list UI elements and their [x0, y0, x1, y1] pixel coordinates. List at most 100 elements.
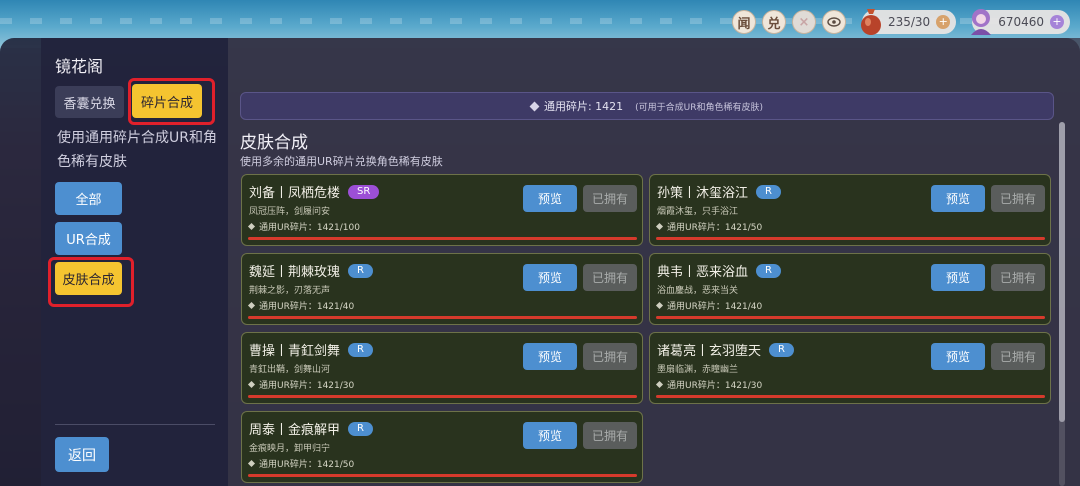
bag-currency: 235/30 +: [860, 9, 957, 35]
highlight-box: [48, 257, 134, 307]
skin-card: 周泰丨金痕解甲 R 金痕映月，卸甲归宁通用UR碎片：1421/50 预览 已拥有: [241, 411, 643, 483]
skin-description: 墨扇临渊，赤瞳幽兰: [657, 365, 739, 375]
skin-card: 刘备丨凤栖危楼 SR 凤冠压阵，剑履问安通用UR碎片：1421/100 预览 已拥有: [241, 174, 643, 246]
progress-bar: [656, 395, 1045, 398]
skin-card: 典韦丨恶来浴血 R 浴血鏖战，恶来当关 通用UR碎片：1421/40 预览 已拥有: [649, 253, 1051, 325]
section-title: 皮肤合成: [240, 133, 308, 153]
skin-name: 典韦丨恶来浴血: [657, 265, 749, 280]
skin-name-row: 魏延丨荆棘玫瑰 R: [249, 261, 373, 280]
section-subtitle: 使用多余的通用UR碎片兑换角色稀有皮肤: [240, 155, 443, 168]
rarity-badge: R: [348, 263, 373, 278]
add-bag-button[interactable]: +: [936, 15, 951, 29]
progress-bar: [248, 237, 637, 240]
progress-bar: [656, 237, 1045, 240]
scrollbar-thumb[interactable]: [1059, 122, 1065, 422]
skin-name-row: 刘备丨凤栖危楼 SR: [249, 182, 380, 201]
skin-name: 刘备丨凤栖危楼: [249, 186, 341, 201]
skin-cost: 通用UR碎片：1421/100: [247, 220, 360, 233]
preview-button[interactable]: 预览: [931, 343, 985, 370]
shard-icon: [247, 459, 256, 468]
skin-name: 周泰丨金痕解甲: [249, 423, 341, 438]
skin-description: 青釭出鞘，剑舞山河: [249, 365, 331, 375]
category-ur-button[interactable]: UR合成: [55, 222, 122, 255]
skin-description: 荆棘之影，刃落无声: [249, 286, 331, 296]
rarity-badge: SR: [348, 184, 380, 199]
category-all-button[interactable]: 全部: [55, 182, 122, 215]
skin-name-row: 诸葛亮丨玄羽堕天 R: [657, 340, 794, 359]
skin-name: 诸葛亮丨玄羽堕天: [657, 344, 762, 359]
rarity-badge: R: [756, 263, 781, 278]
skin-cost: 通用UR碎片：1421/50: [247, 457, 354, 470]
cost-text: 通用UR碎片：1421/100: [259, 223, 360, 233]
progress-bar: [656, 316, 1045, 319]
rarity-badge: R: [756, 184, 781, 199]
preview-button[interactable]: 预览: [931, 185, 985, 212]
shard-icon: [247, 222, 256, 231]
sidebar-divider: [55, 424, 215, 425]
close-icon[interactable]: ×: [791, 10, 816, 34]
skin-name-row: 周泰丨金痕解甲 R: [249, 419, 373, 438]
skin-name: 孙策丨沐玺浴江: [657, 186, 749, 201]
wen-button[interactable]: 闻: [731, 10, 756, 34]
preview-button[interactable]: 预览: [931, 264, 985, 291]
skin-card: 孙策丨沐玺浴江 R 烟霞沐玺，只手浴江通用UR碎片：1421/50 预览 已拥有: [649, 174, 1051, 246]
skin-card: 诸葛亮丨玄羽堕天 R 墨扇临渊，赤瞳幽兰通用UR碎片：1421/30 预览 已拥有: [649, 332, 1051, 404]
owned-button[interactable]: 已拥有: [991, 264, 1045, 291]
shard-icon: [247, 301, 256, 310]
shard-total: 通用碎片: 1421: [543, 100, 624, 113]
skin-cost: 通用UR碎片：1421/50: [655, 220, 763, 233]
shard-banner: 通用碎片: 1421 (可用于合成UR和角色稀有皮肤): [240, 92, 1054, 120]
shard-icon: [655, 301, 664, 310]
owned-button[interactable]: 已拥有: [583, 343, 637, 370]
gem-count: 670460: [998, 15, 1044, 29]
skin-name: 魏延丨荆棘玫瑰: [249, 265, 341, 280]
skin-name-row: 曹操丨青釭剑舞 R: [249, 340, 373, 359]
skin-cost: 通用UR碎片：1421/30: [247, 378, 355, 391]
skin-description: 烟霞沐玺，只手浴江: [657, 207, 739, 217]
shard-icon: [655, 380, 664, 389]
gem-currency: 670460 +: [971, 9, 1070, 35]
owned-button[interactable]: 已拥有: [583, 185, 637, 212]
preview-button[interactable]: 预览: [523, 185, 577, 212]
cost-text: 通用UR碎片：1421/40: [667, 302, 763, 312]
tab-sachet-exchange[interactable]: 香囊兑换: [55, 86, 124, 118]
progress-bar: [248, 316, 637, 319]
skin-card: 魏延丨荆棘玫瑰 R 荆棘之影，刃落无声通用UR碎片：1421/40 预览 已拥有: [241, 253, 643, 325]
owned-button[interactable]: 已拥有: [583, 422, 637, 449]
rarity-badge: R: [348, 421, 373, 436]
owned-button[interactable]: 已拥有: [991, 185, 1045, 212]
skin-description: 金痕映月，卸甲归宁: [249, 444, 331, 454]
exchange-button[interactable]: 兑: [761, 10, 786, 34]
cost-text: 通用UR碎片：1421/30: [667, 381, 763, 391]
cost-text: 通用UR碎片：1421/40: [259, 302, 355, 312]
owned-button[interactable]: 已拥有: [583, 264, 637, 291]
shard-icon: [655, 222, 664, 231]
shard-icon: [247, 380, 256, 389]
progress-bar: [248, 474, 637, 477]
top-hud: 闻 兑 × 235/30 + 670460 +: [731, 9, 1070, 35]
add-gem-button[interactable]: +: [1050, 15, 1064, 29]
cost-text: 通用UR碎片：1421/50: [667, 223, 763, 233]
preview-button[interactable]: 预览: [523, 343, 577, 370]
skin-card: 曹操丨青釭剑舞 R 青釭出鞘，剑舞山河通用UR碎片：1421/30 预览 已拥有: [241, 332, 643, 404]
preview-button[interactable]: 预览: [523, 264, 577, 291]
bag-count: 235/30: [887, 15, 931, 29]
owned-button[interactable]: 已拥有: [991, 343, 1045, 370]
sidebar-description: 使用通用碎片合成UR和角色稀有皮肤: [57, 130, 217, 170]
back-button[interactable]: 返回: [55, 437, 109, 472]
skin-cost: 通用UR碎片：1421/30: [655, 378, 763, 391]
skin-name-row: 孙策丨沐玺浴江 R: [657, 182, 781, 201]
highlight-box: [128, 78, 215, 125]
shard-icon: [529, 101, 540, 111]
preview-button[interactable]: 预览: [523, 422, 577, 449]
eye-icon[interactable]: [821, 10, 846, 34]
skin-description: 凤冠压阵，剑履问安: [249, 207, 331, 217]
skin-cost: 通用UR碎片：1421/40: [655, 299, 763, 312]
money-bag-icon: [856, 4, 886, 38]
cost-text: 通用UR碎片：1421/30: [259, 381, 355, 391]
skin-name-row: 典韦丨恶来浴血 R: [657, 261, 781, 280]
rarity-badge: R: [348, 342, 373, 357]
rarity-badge: R: [769, 342, 794, 357]
page-title: 镜花阁: [55, 57, 104, 76]
skin-name: 曹操丨青釭剑舞: [249, 344, 341, 359]
